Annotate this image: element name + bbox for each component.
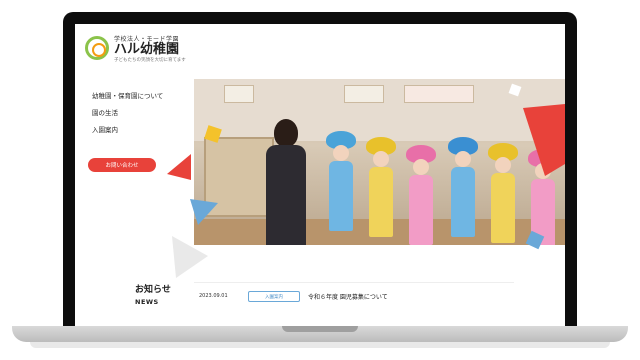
main-nav: 幼稚園・保育園について 園の生活 入園案内 (92, 90, 163, 141)
news-heading: お知らせ (135, 285, 171, 295)
child-figure (406, 145, 436, 245)
news-date: 2023.09.01 (199, 293, 228, 299)
logo-name: ハル幼稚園 (114, 41, 180, 57)
red-triangle-decoration (167, 154, 191, 180)
blue-square-decoration (525, 230, 545, 250)
news-divider (194, 282, 514, 283)
child-figure (488, 143, 518, 243)
wall-poster (344, 85, 384, 103)
child-figure (326, 131, 356, 231)
white-square-decoration (508, 83, 522, 97)
news-subheading: NEWS (135, 298, 159, 306)
wall-poster (404, 85, 474, 103)
blue-triangle-decoration (190, 199, 218, 225)
contact-button[interactable]: お問い合わせ (88, 158, 156, 172)
logo-text: 学校法人・モード学園 ハル幼稚園 子どもたちの笑顔を大切に育てます (114, 34, 186, 63)
nav-item-admission[interactable]: 入園案内 (92, 124, 163, 141)
nav-item-daily-life[interactable]: 園の生活 (92, 107, 163, 124)
site-logo[interactable]: 学校法人・モード学園 ハル幼稚園 子どもたちの笑顔を大切に育てます (85, 34, 186, 63)
browser-screen: 学校法人・モード学園 ハル幼稚園 子どもたちの笑顔を大切に育てます 幼稚園・保育… (75, 24, 565, 326)
red-shape-decoration (523, 104, 565, 176)
logo-tagline: 子どもたちの笑顔を大切に育てます (114, 57, 186, 63)
news-title-link[interactable]: 令和６年度 園児募集について (308, 292, 388, 301)
news-category-tag[interactable]: 入園案内 (248, 291, 300, 302)
hero-photo (194, 79, 565, 245)
grey-triangle-decoration (172, 236, 208, 278)
yellow-square-decoration (204, 125, 222, 143)
teacher-figure (262, 119, 310, 245)
child-figure (448, 137, 478, 237)
nav-item-about[interactable]: 幼稚園・保育園について (92, 90, 163, 107)
wall-poster (224, 85, 254, 103)
laptop-notch (282, 326, 358, 332)
laptop-shadow (30, 342, 610, 348)
child-figure (366, 137, 396, 237)
logo-mark-icon (85, 36, 109, 60)
